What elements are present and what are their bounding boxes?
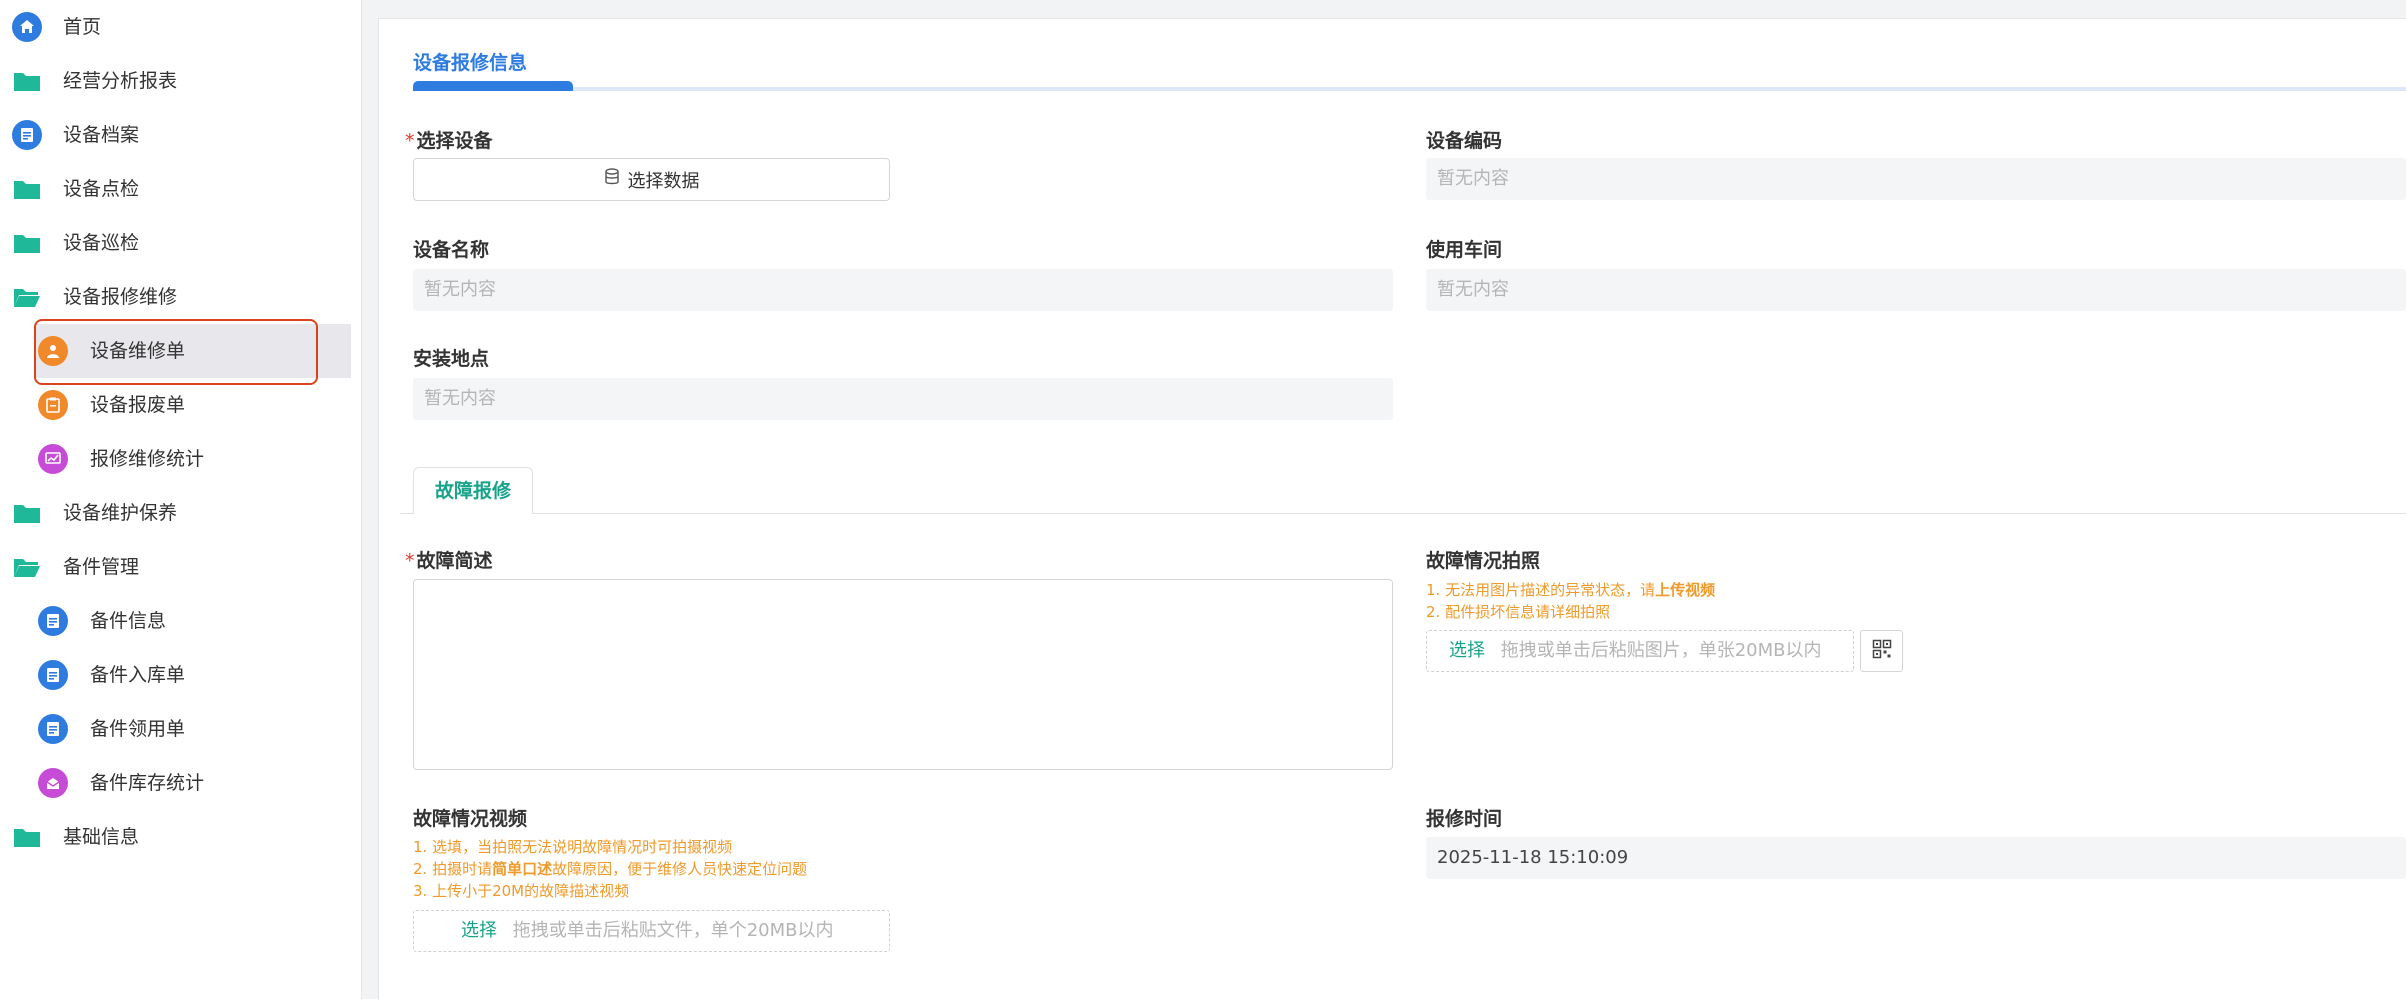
sidebar-item-label: 报修维修统计	[90, 448, 205, 470]
select-data-button[interactable]: 选择数据	[413, 158, 890, 201]
folder-icon	[12, 66, 42, 96]
sidebar-item-spare-inbound[interactable]: 备件入库单	[0, 648, 361, 702]
tab-divider	[533, 513, 2406, 514]
sidebar-item-spare-stock-stats[interactable]: 备件库存统计	[0, 756, 361, 810]
document-icon	[12, 120, 42, 150]
sidebar-item-label: 备件管理	[63, 556, 140, 578]
sidebar-item-device-repair[interactable]: 设备报修维修	[0, 270, 361, 324]
folder-open-icon	[12, 552, 42, 582]
fault-photo-label: 故障情况拍照	[1426, 550, 1541, 572]
device-name-field: 暂无内容	[413, 269, 1393, 311]
report-time-label: 报修时间	[1426, 808, 1503, 830]
sidebar-item-spare-info[interactable]: 备件信息	[0, 594, 361, 648]
section-title: 设备报修信息	[413, 52, 528, 74]
folder-icon	[12, 498, 42, 528]
sidebar-item-maintenance[interactable]: 设备维护保养	[0, 486, 361, 540]
document-icon	[38, 606, 68, 636]
video-pick-button[interactable]: 选择	[461, 920, 497, 941]
section-underline-active	[413, 81, 573, 91]
sidebar-item-spare-requisition[interactable]: 备件领用单	[0, 702, 361, 756]
sidebar-item-label: 设备点检	[63, 178, 140, 200]
photo-upload-placeholder: 拖拽或单击后粘贴图片，单张20MB以内	[1500, 640, 1822, 661]
sidebar-item-label: 经营分析报表	[63, 70, 178, 92]
select-device-label: * 选择设备	[405, 130, 493, 152]
photo-upload-dropzone[interactable]: 选择 拖拽或单击后粘贴图片，单张20MB以内	[1426, 630, 1854, 672]
active-item-highlight	[34, 319, 318, 385]
document-icon	[38, 714, 68, 744]
device-code-label: 设备编码	[1426, 130, 1503, 152]
select-data-label: 选择数据	[627, 170, 700, 192]
sidebar-item-label: 设备报废单	[90, 394, 186, 416]
folder-open-icon	[12, 282, 42, 312]
sidebar-item-label: 设备巡检	[63, 232, 140, 254]
sidebar-item-label: 首页	[63, 16, 102, 38]
sidebar-item-label: 备件入库单	[90, 664, 186, 686]
video-hint-1: 1. 选填，当拍照无法说明故障情况时可拍摄视频	[413, 838, 733, 856]
sidebar-item-scrap-order[interactable]: 设备报废单	[0, 378, 361, 432]
sidebar-item-repair-stats[interactable]: 报修维修统计	[0, 432, 361, 486]
sidebar-item-device-patrol[interactable]: 设备巡检	[0, 216, 361, 270]
sidebar-item-label: 设备档案	[63, 124, 140, 146]
fault-video-label: 故障情况视频	[413, 808, 528, 830]
folder-icon	[12, 174, 42, 204]
database-icon	[604, 168, 620, 191]
clipboard-icon	[38, 390, 68, 420]
workshop-field: 暂无内容	[1426, 269, 2406, 311]
video-hint-2: 2. 拍摄时请简单口述故障原因，便于维修人员快速定位问题	[413, 860, 808, 878]
photo-pick-button[interactable]: 选择	[1449, 640, 1485, 661]
sidebar-item-device-check[interactable]: 设备点检	[0, 162, 361, 216]
tab-divider	[400, 513, 413, 514]
inbox-icon	[38, 768, 68, 798]
fault-desc-label: * 故障简述	[405, 550, 493, 572]
device-name-label: 设备名称	[413, 239, 490, 261]
sidebar-item-label: 备件信息	[90, 610, 167, 632]
section-underline	[413, 87, 2406, 91]
sidebar-item-label: 备件领用单	[90, 718, 186, 740]
video-hint-3: 3. 上传小于20M的故障描述视频	[413, 882, 630, 900]
video-upload-placeholder: 拖拽或单击后粘贴文件，单个20MB以内	[512, 920, 834, 941]
home-icon	[12, 12, 42, 42]
fault-desc-textarea[interactable]	[413, 579, 1393, 770]
folder-icon	[12, 822, 42, 852]
sidebar: 首页 经营分析报表 设备档案 设备点检 设备巡检 设备报修维修 设备维修单 设备…	[0, 0, 362, 999]
sidebar-item-label: 设备维护保养	[63, 502, 178, 524]
qr-code-icon	[1872, 639, 1892, 663]
sidebar-item-device-archive[interactable]: 设备档案	[0, 108, 361, 162]
folder-icon	[12, 228, 42, 258]
report-time-field: 2025-11-18 15:10:09	[1426, 837, 2406, 879]
device-code-field: 暂无内容	[1426, 158, 2406, 200]
workshop-label: 使用车间	[1426, 239, 1503, 261]
photo-hint-2: 2. 配件损坏信息请详细拍照	[1426, 603, 1611, 621]
sidebar-item-home[interactable]: 首页	[0, 0, 361, 54]
sidebar-item-basic-info[interactable]: 基础信息	[0, 810, 361, 864]
video-upload-dropzone[interactable]: 选择 拖拽或单击后粘贴文件，单个20MB以内	[413, 910, 890, 952]
sidebar-item-spare-parts[interactable]: 备件管理	[0, 540, 361, 594]
sidebar-item-business-report[interactable]: 经营分析报表	[0, 54, 361, 108]
install-location-label: 安装地点	[413, 348, 490, 370]
document-icon	[38, 660, 68, 690]
sidebar-item-label: 备件库存统计	[90, 772, 205, 794]
qr-code-button[interactable]	[1860, 630, 1903, 672]
photo-hint-1: 1. 无法用图片描述的异常状态，请上传视频	[1426, 581, 1716, 599]
chart-icon	[38, 444, 68, 474]
sidebar-item-label: 基础信息	[63, 826, 140, 848]
tab-fault-report[interactable]: 故障报修	[413, 467, 533, 514]
sidebar-item-label: 设备报修维修	[63, 286, 178, 308]
install-location-field: 暂无内容	[413, 378, 1393, 420]
